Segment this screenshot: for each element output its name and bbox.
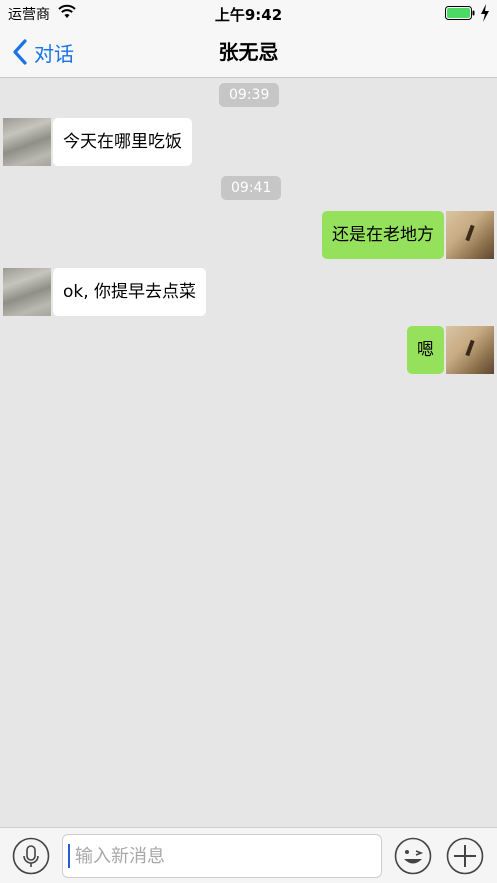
back-label: 对话 bbox=[34, 41, 74, 66]
text-caret bbox=[68, 844, 70, 868]
status-bar: 运营商 上午9:42 bbox=[0, 0, 497, 26]
microphone-icon[interactable] bbox=[12, 837, 50, 875]
page-title: 张无忌 bbox=[218, 40, 279, 64]
user-avatar[interactable] bbox=[446, 211, 494, 259]
incoming-message[interactable]: ok, 你提早去点菜 bbox=[53, 268, 207, 316]
contact-avatar[interactable] bbox=[3, 118, 51, 166]
chevron-left-icon bbox=[13, 39, 27, 65]
input-bar bbox=[0, 827, 497, 883]
message-input[interactable] bbox=[62, 834, 382, 878]
plus-icon[interactable] bbox=[446, 837, 484, 875]
incoming-message[interactable]: 今天在哪里吃饭 bbox=[53, 118, 192, 166]
status-time: 上午9:42 bbox=[214, 6, 283, 24]
battery-icon bbox=[445, 6, 475, 20]
contact-avatar[interactable] bbox=[3, 268, 51, 316]
outgoing-message[interactable]: 还是在老地方 bbox=[322, 211, 444, 259]
back-button[interactable]: 对话 bbox=[12, 36, 74, 68]
timestamp-badge: 09:41 bbox=[221, 176, 282, 200]
emoji-icon[interactable] bbox=[394, 837, 432, 875]
timestamp-badge: 09:39 bbox=[219, 83, 280, 107]
user-avatar[interactable] bbox=[446, 326, 494, 374]
charging-icon bbox=[481, 4, 489, 22]
outgoing-message[interactable]: 嗯 bbox=[407, 326, 444, 374]
nav-bar: 张无忌 对话 bbox=[0, 26, 497, 78]
